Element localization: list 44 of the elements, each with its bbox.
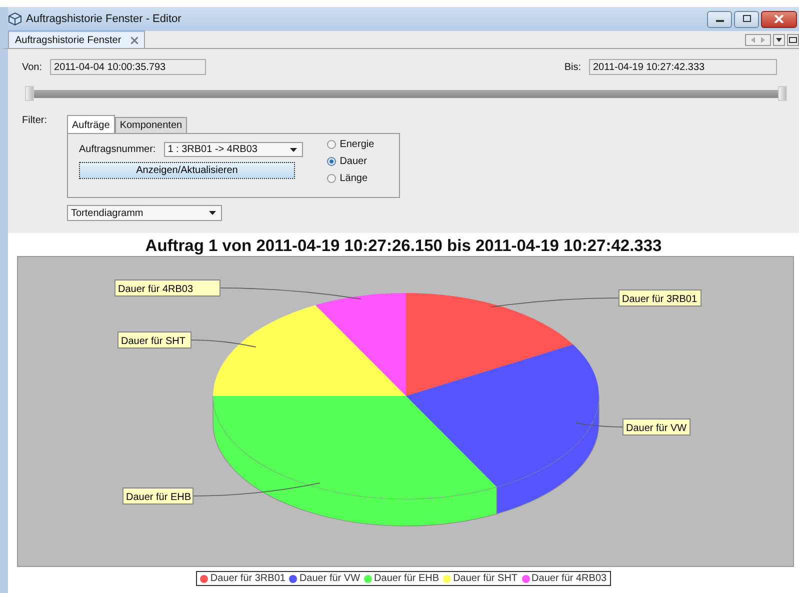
leader-line bbox=[576, 422, 624, 428]
show-update-button[interactable]: Anzeigen/Aktualisieren bbox=[79, 162, 295, 179]
measure-radio[interactable]: Dauer bbox=[326, 156, 374, 167]
to-field[interactable]: 2011-04-19 10:27:42.333 bbox=[589, 59, 777, 75]
filter-label: Filter: bbox=[22, 115, 48, 128]
filter-tab[interactable]: Komponenten bbox=[114, 117, 188, 133]
legend-label: Dauer für SHT bbox=[453, 573, 518, 584]
close-icon[interactable] bbox=[131, 36, 138, 44]
close-icon bbox=[774, 15, 784, 23]
slice-label: Dauer für SHT bbox=[118, 332, 192, 348]
slice-label: Dauer für EHB bbox=[122, 488, 194, 504]
maximize-icon bbox=[742, 15, 752, 23]
to-label: Bis: bbox=[564, 62, 581, 72]
filter-tab[interactable]: Aufträge bbox=[67, 115, 115, 133]
minimize-button[interactable] bbox=[707, 10, 732, 28]
range-slider[interactable] bbox=[25, 86, 787, 101]
slice-label: Dauer für VW bbox=[622, 418, 690, 436]
legend-label: Dauer für VW bbox=[299, 573, 360, 584]
caret-icon bbox=[209, 211, 216, 215]
chart-title: Auftrag 1 von 2011-04-19 10:27:26.150 bis 2011-04-19 10:27:42.333 bbox=[145, 237, 662, 256]
measure-radio[interactable]: Energie bbox=[326, 139, 374, 150]
measure-radio[interactable]: Länge bbox=[326, 173, 374, 184]
leader-line bbox=[190, 340, 256, 348]
legend-label: Dauer für 4RB03 bbox=[532, 573, 607, 584]
tab-list-button[interactable] bbox=[773, 34, 785, 46]
from-field[interactable]: 2011-04-04 10:00:35.793 bbox=[50, 59, 206, 75]
from-label: Von: bbox=[22, 62, 42, 72]
order-label: Auftragsnummer: bbox=[79, 144, 156, 155]
close-button[interactable] bbox=[761, 10, 797, 28]
order-dropdown[interactable]: 1 : 3RB01 -> 4RB03 bbox=[164, 142, 303, 157]
editor-tab[interactable]: Auftragshistorie Fenster bbox=[8, 30, 146, 48]
maximize-button[interactable] bbox=[734, 10, 759, 28]
legend-label: Dauer für EHB bbox=[374, 573, 440, 584]
caret-icon bbox=[775, 36, 783, 44]
maximize-icon bbox=[789, 36, 797, 44]
slice-label: Dauer für 4RB03 bbox=[114, 280, 220, 296]
window-title: Auftragshistorie Fenster - Editor bbox=[26, 13, 182, 25]
caret-icon bbox=[290, 148, 297, 152]
maximize-tab-button[interactable] bbox=[787, 34, 799, 46]
legend-label: Dauer für 3RB01 bbox=[210, 573, 286, 584]
chart-type-dropdown[interactable]: Tortendiagramm bbox=[67, 205, 222, 221]
arrows-icon bbox=[749, 36, 767, 44]
slice-label: Dauer für 3RB01 bbox=[618, 290, 702, 306]
cube-icon bbox=[8, 12, 22, 26]
